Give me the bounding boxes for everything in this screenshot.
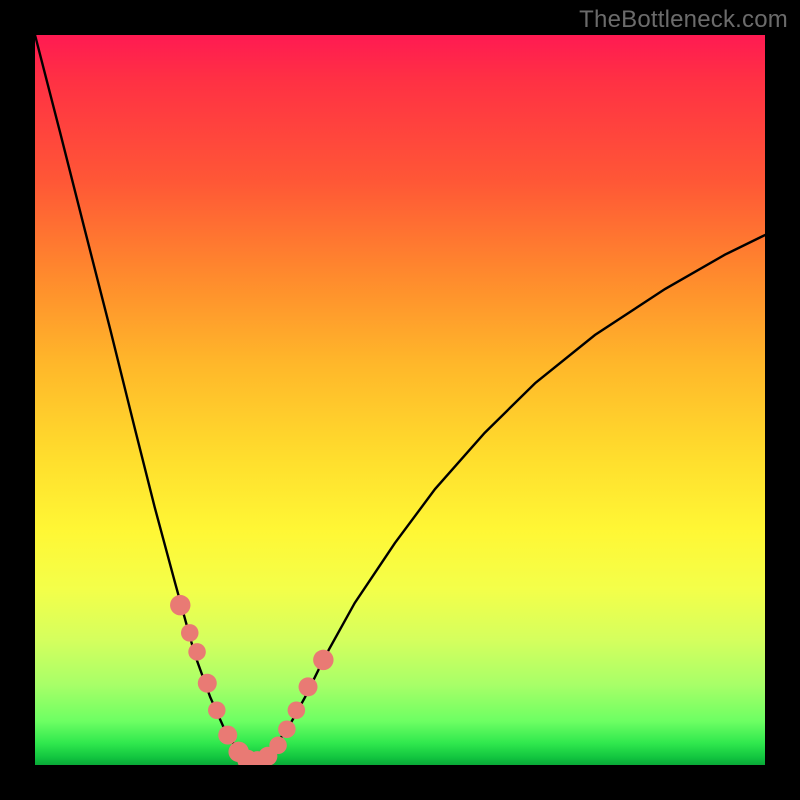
chart-frame: TheBottleneck.com [0, 0, 800, 800]
marker-dot [313, 650, 333, 670]
marker-dot [188, 643, 206, 661]
marker-dot [170, 595, 190, 615]
watermark-text: TheBottleneck.com [579, 6, 788, 34]
marker-dot [278, 720, 296, 738]
marker-dot [269, 737, 287, 755]
marker-dot [181, 624, 199, 642]
marker-dots-group [170, 595, 334, 765]
marker-dot [208, 701, 226, 719]
curve-left-branch [35, 35, 255, 763]
marker-dot [198, 674, 217, 693]
chart-svg [35, 35, 765, 765]
marker-dot [288, 701, 306, 719]
chart-plot-area [35, 35, 765, 765]
curve-right-branch [255, 235, 765, 763]
marker-dot [218, 726, 237, 745]
marker-dot [299, 677, 318, 696]
